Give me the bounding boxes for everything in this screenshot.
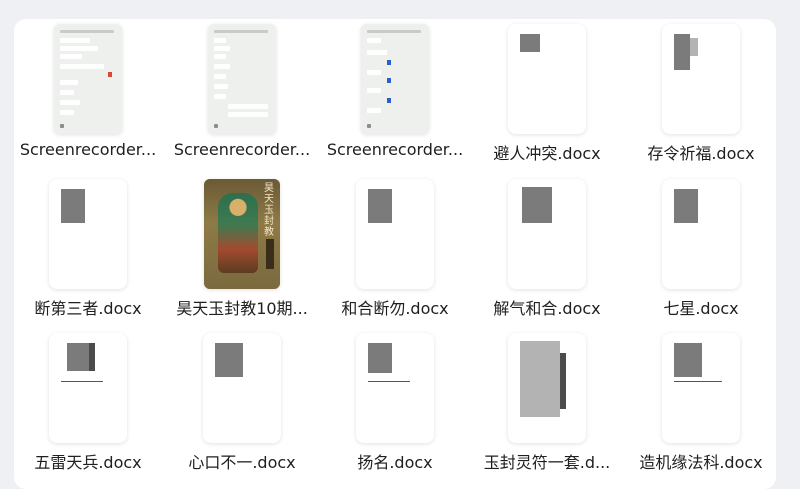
file-item[interactable]: 解气和合.docx — [470, 179, 624, 329]
docx-thumbnail — [508, 333, 586, 443]
docx-thumbnail — [356, 333, 434, 443]
file-item[interactable]: Screenrecorder... — [165, 24, 319, 174]
docx-thumbnail — [508, 179, 586, 289]
deity-figure-icon — [218, 193, 258, 273]
book-cover-title: 昊天玉封教 — [264, 183, 274, 238]
docx-thumbnail — [662, 179, 740, 289]
docx-thumbnail — [356, 179, 434, 289]
file-name: 存令祈福.docx — [647, 144, 755, 163]
file-item[interactable]: Screenrecorder... — [318, 24, 472, 174]
docx-thumbnail — [49, 179, 127, 289]
docx-thumbnail — [203, 333, 281, 443]
chat-screenshot-thumbnail — [361, 24, 429, 134]
file-name: 七星.docx — [663, 299, 739, 318]
file-name: 五雷天兵.docx — [34, 453, 142, 472]
file-item[interactable]: 断第三者.docx — [11, 179, 165, 329]
file-item[interactable]: 和合断勿.docx — [318, 179, 472, 329]
docx-thumbnail — [49, 333, 127, 443]
file-name: 避人冲突.docx — [493, 144, 601, 163]
file-name: 心口不一.docx — [188, 453, 296, 472]
chat-screenshot-thumbnail — [208, 24, 276, 134]
docx-thumbnail — [508, 24, 586, 134]
file-name: 扬名.docx — [357, 453, 433, 472]
docx-thumbnail — [662, 333, 740, 443]
book-cover-thumbnail: 昊天玉封教 — [204, 179, 280, 289]
file-name: 造机缘法科.docx — [639, 453, 763, 472]
file-item[interactable]: 造机缘法科.docx — [624, 333, 778, 483]
file-item[interactable]: 存令祈福.docx — [624, 24, 778, 174]
file-name: 断第三者.docx — [34, 299, 142, 318]
file-name: 昊天玉封教10期... — [176, 299, 308, 318]
file-item[interactable]: 避人冲突.docx — [470, 24, 624, 174]
file-item[interactable]: Screenrecorder... — [11, 24, 165, 174]
file-name: 玉封灵符一套.d... — [483, 453, 611, 472]
file-item[interactable]: 七星.docx — [624, 179, 778, 329]
file-item[interactable]: 昊天玉封教 昊天玉封教10期... — [165, 179, 319, 329]
file-name: Screenrecorder... — [173, 140, 311, 159]
file-item[interactable]: 心口不一.docx — [165, 333, 319, 483]
chat-screenshot-thumbnail — [54, 24, 122, 134]
file-item[interactable]: 扬名.docx — [318, 333, 472, 483]
file-name: 解气和合.docx — [493, 299, 601, 318]
file-name: Screenrecorder... — [19, 140, 157, 159]
file-item[interactable]: 五雷天兵.docx — [11, 333, 165, 483]
file-item[interactable]: 玉封灵符一套.d... — [470, 333, 624, 483]
file-name: Screenrecorder... — [326, 140, 464, 159]
docx-thumbnail — [662, 24, 740, 134]
file-name: 和合断勿.docx — [341, 299, 449, 318]
